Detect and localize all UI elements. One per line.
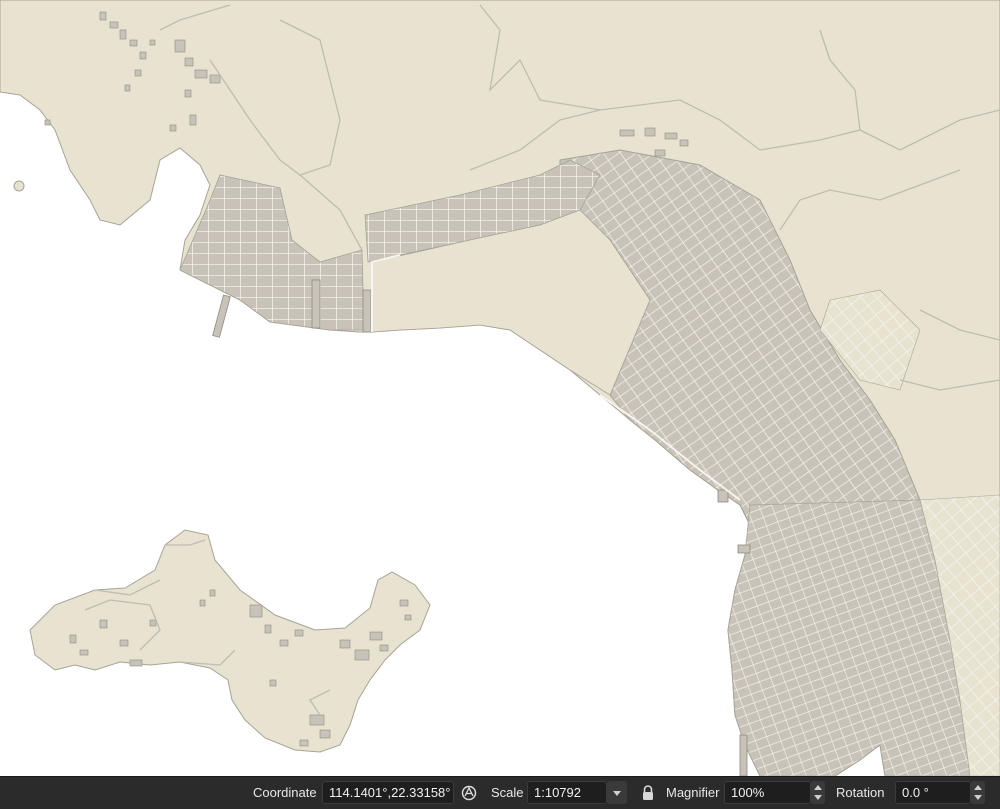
pan-toggle-icon[interactable] [458,781,480,804]
lock-icon[interactable] [637,781,659,804]
islet [13,180,25,192]
island-land [29,529,431,753]
magnifier-field[interactable]: 100% [724,781,811,804]
spinner-icon[interactable] [811,781,825,804]
spinner-icon[interactable] [971,781,985,804]
rotation-label: Rotation [836,785,885,800]
rotation-field[interactable]: 0.0 ° [895,781,971,804]
map-canvas[interactable] [0,0,1000,776]
coordinate-label: Coordinate [253,785,317,800]
status-bar: Coordinate 114.1401°,22.33158° Scale 1:1… [0,776,1000,809]
scale-field[interactable]: 1:10792 [527,781,607,804]
scale-label: Scale [491,785,524,800]
chevron-down-icon[interactable] [607,781,627,804]
coordinate-field[interactable]: 114.1401°,22.33158° [322,781,454,804]
map-svg[interactable] [0,0,1000,776]
magnifier-label: Magnifier [666,785,720,800]
